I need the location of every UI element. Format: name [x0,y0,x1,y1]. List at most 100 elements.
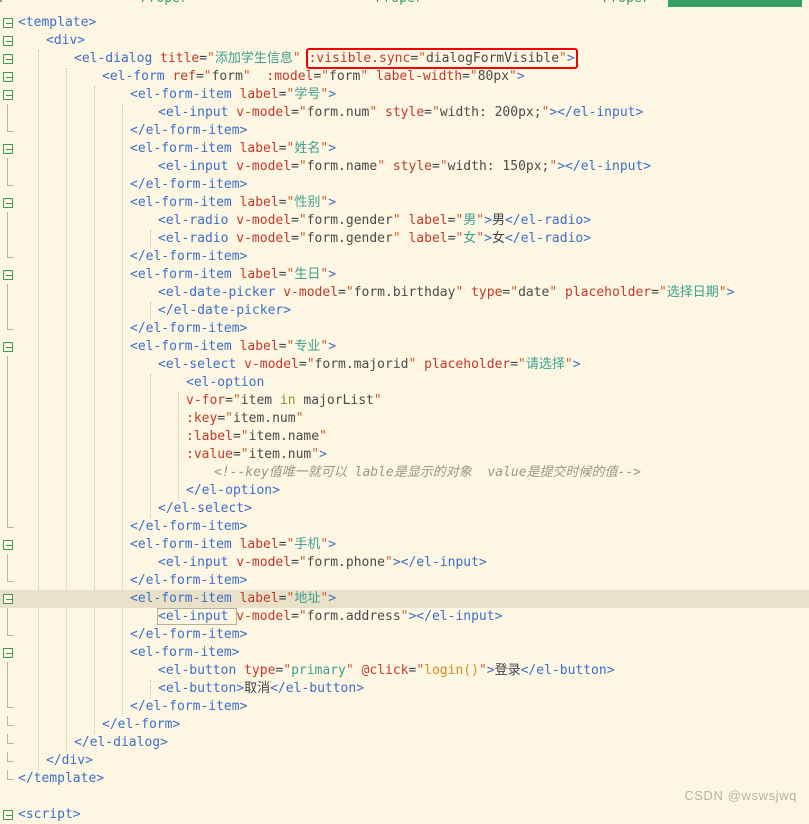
code-text[interactable]: </div> [46,752,93,770]
fold-collapse-icon[interactable] [3,72,13,82]
fold-collapse-icon[interactable] [3,342,13,352]
line-gutter[interactable] [0,572,18,590]
code-line[interactable]: <el-input v-model="form.phone"></el-inpu… [0,554,809,572]
code-text[interactable]: :value="item.num"> [186,446,327,464]
fold-collapse-icon[interactable] [3,810,13,820]
code-text[interactable]: </el-date-picker> [158,302,291,320]
line-gutter[interactable] [0,320,18,338]
code-text[interactable]: </el-form-item> [130,698,247,716]
code-text[interactable]: <el-form-item label="姓名"> [130,140,336,158]
code-line[interactable]: <el-form-item label="手机"> [0,536,809,554]
code-line[interactable]: :key="item.num" [0,410,809,428]
code-text[interactable]: v-for="item in majorList" [186,392,382,410]
code-text[interactable]: <template> [18,14,96,32]
code-line[interactable]: <el-date-picker v-model="form.birthday" … [0,284,809,302]
code-line[interactable]: <el-form-item> [0,644,809,662]
code-line[interactable]: <el-select v-model="form.majorid" placeh… [0,356,809,374]
code-line[interactable]: <el-form-item label="学号"> [0,86,809,104]
code-text[interactable]: <el-form ref="form" :model="form" label-… [102,68,525,86]
code-line[interactable]: </el-form> [0,716,809,734]
line-gutter[interactable] [0,176,18,194]
code-text[interactable]: <!--key值唯一就可以 lable是显示的对象 value是提交时候的值--… [214,464,641,482]
code-line[interactable]: </el-form-item> [0,698,809,716]
line-gutter[interactable] [0,428,18,446]
code-line[interactable]: <el-input v-model="form.name" style="wid… [0,158,809,176]
code-line[interactable]: :value="item.num"> [0,446,809,464]
code-line[interactable]: </el-date-picker> [0,302,809,320]
code-text[interactable]: <el-form-item label="学号"> [130,86,336,104]
code-text[interactable]: <el-radio v-model="form.gender" label="男… [158,212,591,230]
fold-collapse-icon[interactable] [3,144,13,154]
code-text[interactable]: </el-form-item> [130,176,247,194]
line-gutter[interactable] [0,392,18,410]
code-text[interactable]: </el-form> [102,716,180,734]
code-line[interactable]: <el-input v-model="form.num" style="widt… [0,104,809,122]
line-gutter[interactable] [0,68,18,86]
code-text[interactable]: :label="item.name" [186,428,327,446]
code-line[interactable]: <el-form-item label="专业"> [0,338,809,356]
code-line[interactable]: </el-form-item> [0,248,809,266]
line-gutter[interactable] [0,140,18,158]
fold-collapse-icon[interactable] [3,36,13,46]
line-gutter[interactable] [0,716,18,734]
line-gutter[interactable] [0,518,18,536]
line-gutter[interactable] [0,32,18,50]
line-gutter[interactable] [0,410,18,428]
code-text[interactable]: </el-option> [186,482,280,500]
code-text[interactable]: <el-form-item label="性别"> [130,194,336,212]
code-text[interactable]: </el-form-item> [130,626,247,644]
code-text[interactable]: <el-option [186,374,264,392]
fold-collapse-icon[interactable] [3,90,13,100]
code-line[interactable]: </el-form-item> [0,518,809,536]
code-line[interactable]: </el-form-item> [0,320,809,338]
fold-collapse-icon[interactable] [3,594,13,604]
code-text[interactable]: </el-select> [158,500,252,518]
line-gutter[interactable] [0,104,18,122]
fold-collapse-icon[interactable] [3,198,13,208]
code-text[interactable]: <el-input v-model="form.address"></el-in… [158,608,502,626]
code-text[interactable]: </el-form-item> [130,248,247,266]
line-gutter[interactable] [0,590,18,608]
line-gutter[interactable] [0,230,18,248]
code-line[interactable]: <el-input v-model="form.address"></el-in… [0,608,809,626]
code-line[interactable]: <el-button>取消</el-button> [0,680,809,698]
code-text[interactable]: <el-input v-model="form.num" style="widt… [158,104,643,122]
code-line[interactable]: <el-option [0,374,809,392]
line-gutter[interactable] [0,302,18,320]
code-text[interactable]: <el-button>取消</el-button> [158,680,364,698]
code-text[interactable]: </el-form-item> [130,122,247,140]
code-text[interactable]: <el-date-picker v-model="form.birthday" … [158,284,734,302]
code-text[interactable]: <el-input v-model="form.phone"></el-inpu… [158,554,487,572]
code-line[interactable]: </div> [0,752,809,770]
code-text[interactable]: <el-form-item label="生日"> [130,266,336,284]
code-editor[interactable]: Proper Proper Proper <template> <div> <el-… [0,0,809,822]
line-gutter[interactable] [0,500,18,518]
line-gutter[interactable] [0,374,18,392]
line-gutter[interactable] [0,212,18,230]
code-text[interactable]: <el-select v-model="form.majorid" placeh… [158,356,581,374]
code-text[interactable]: </el-form-item> [130,320,247,338]
line-gutter[interactable] [0,554,18,572]
line-gutter[interactable] [0,770,18,788]
code-line[interactable]: <el-form-item label="生日"> [0,266,809,284]
line-gutter[interactable] [0,50,18,68]
code-line[interactable]: <el-form ref="form" :model="form" label-… [0,68,809,86]
line-gutter[interactable] [0,86,18,104]
code-line[interactable]: </el-form-item> [0,572,809,590]
code-line[interactable]: </el-form-item> [0,122,809,140]
code-text[interactable]: </el-form-item> [130,518,247,536]
code-text[interactable]: </el-dialog> [74,734,168,752]
line-gutter[interactable] [0,662,18,680]
code-text[interactable]: <el-radio v-model="form.gender" label="女… [158,230,591,248]
fold-collapse-icon[interactable] [3,648,13,658]
line-gutter[interactable] [0,806,18,824]
code-line[interactable]: <el-radio v-model="form.gender" label="男… [0,212,809,230]
line-gutter[interactable] [0,644,18,662]
code-line[interactable]: <el-form-item label="地址"> [0,590,809,608]
line-gutter[interactable] [0,248,18,266]
code-line[interactable]: <el-radio v-model="form.gender" label="女… [0,230,809,248]
code-line[interactable]: </template> [0,770,809,788]
code-line[interactable]: <el-dialog title="添加学生信息" :visible.sync=… [0,50,809,68]
code-line[interactable]: <div> [0,32,809,50]
line-gutter[interactable] [0,680,18,698]
